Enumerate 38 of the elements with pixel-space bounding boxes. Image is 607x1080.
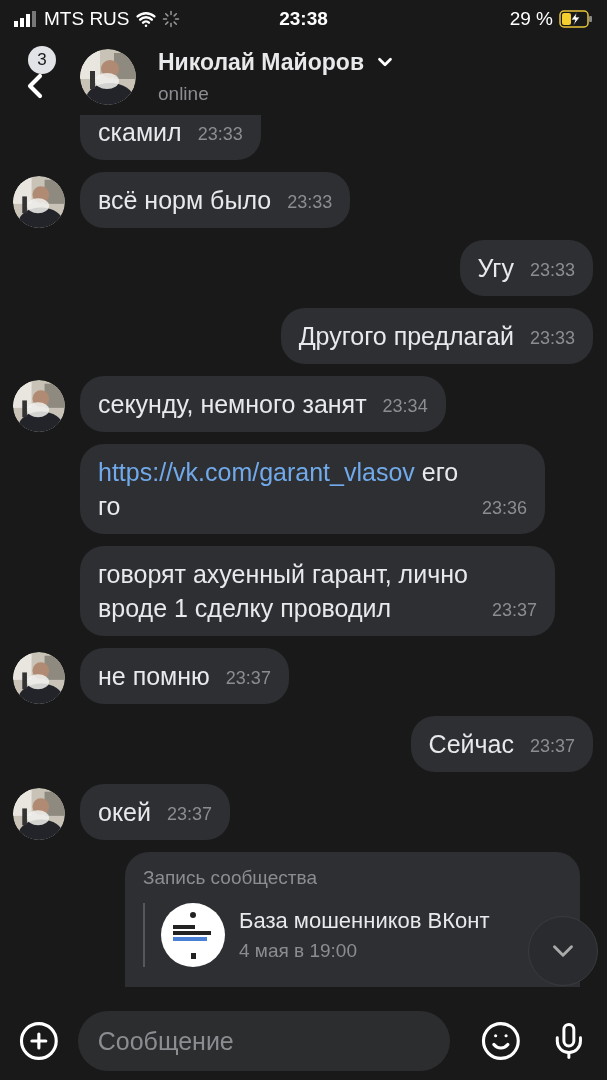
message-time: 23:37 xyxy=(529,735,575,758)
post-label: Запись сообщества xyxy=(143,866,318,890)
message-time: 23:36 xyxy=(482,497,528,520)
add-icon[interactable] xyxy=(18,1020,60,1062)
message-time: 23:33 xyxy=(287,191,333,214)
emoji-icon[interactable] xyxy=(479,1020,522,1062)
message-text: секунду, немного занят xyxy=(98,389,367,420)
post-card[interactable]: Запись сообщества База мошенников ВКонт 4 мая в 19:00 xyxy=(125,852,580,987)
message-time: 23:37 xyxy=(167,803,213,826)
back-button[interactable]: 3 xyxy=(12,45,58,108)
message-time: 23:33 xyxy=(197,123,243,146)
message-time: 23:33 xyxy=(529,259,575,282)
contact-status: online xyxy=(158,81,210,106)
message-time: 23:37 xyxy=(225,667,271,690)
post-date: 4 мая в 19:00 xyxy=(239,938,358,963)
clock: 23:38 xyxy=(278,6,329,31)
message-time: 23:34 xyxy=(382,395,428,418)
message-text: окей xyxy=(98,797,151,828)
signal-icon xyxy=(14,11,38,27)
wifi-icon xyxy=(135,9,156,29)
unread-badge: 3 xyxy=(28,45,56,74)
message-text: говорят ахуенный гарант, лично вроде 1 сделку проводил xyxy=(98,559,469,624)
community-name: База мошенников ВКонт xyxy=(239,906,490,935)
message-link[interactable]: https://vk.com/garant_vlasov xyxy=(98,458,415,486)
message-text: Другого предлагай xyxy=(298,321,514,352)
message-text: всё норм было xyxy=(98,185,272,216)
contact-name[interactable]: Николай Майоров xyxy=(158,45,365,80)
battery-percent: 29 % xyxy=(509,6,553,31)
message-text: https://vk.com/garant_vlasov его го xyxy=(98,457,460,522)
carrier-name: MTS RUS xyxy=(44,6,130,31)
message-time: 23:33 xyxy=(529,327,575,350)
message-text: Угу xyxy=(477,253,514,284)
message-text: скамил xyxy=(98,117,182,148)
spinner-icon xyxy=(161,10,180,28)
message-text: не помню xyxy=(98,661,210,692)
message-text: Сейчас xyxy=(428,729,514,760)
message-time: 23:37 xyxy=(492,599,538,622)
message-field[interactable]: Сообщение xyxy=(77,1011,450,1071)
